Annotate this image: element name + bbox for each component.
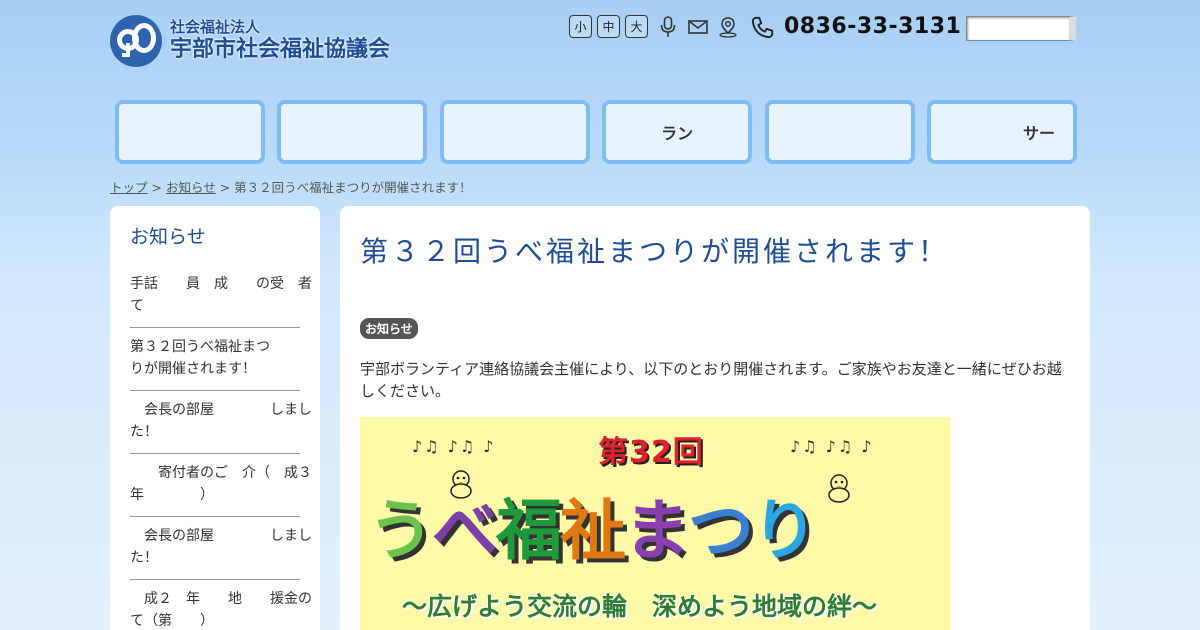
font-size-medium-button[interactable]: 中 xyxy=(597,15,620,38)
article-title: 第３２回うべ福祉まつりが開催されます！ xyxy=(360,235,950,268)
microphone-icon[interactable] xyxy=(656,15,680,39)
nav-item-4[interactable]: ラン xyxy=(602,100,753,164)
font-size-small-button[interactable]: 小 xyxy=(569,15,592,38)
org-name: 宇部市社会福祉協議会 xyxy=(170,37,391,62)
nav-item-1[interactable] xyxy=(115,100,265,164)
breadcrumb-separator: > xyxy=(151,180,166,195)
event-poster-image: ♪♫ ♪♫ ♪ 第32回 ♪♫ ♪♫ ♪ うべ福祉まつり 〜広げよう交流の輪 深… xyxy=(360,417,950,630)
breadcrumb-home-link[interactable]: トップ xyxy=(110,180,148,195)
article: 第３２回うべ福祉まつりが開催されます！ お知らせ 宇部ボランティア連絡協議会主催… xyxy=(340,206,1090,630)
site-logo[interactable]: 社会福祉法人 宇部市社会福祉協議会 xyxy=(110,15,390,67)
mail-icon[interactable] xyxy=(686,15,710,39)
breadcrumb-section-link[interactable]: お知らせ xyxy=(166,180,216,195)
sidebar-news-item[interactable]: 第３２回うべ福祉まつ りが開催されます！ xyxy=(130,328,300,391)
nav-item-6[interactable]: サー xyxy=(926,100,1077,164)
breadcrumb: トップ > お知らせ > 第３２回うべ福祉まつりが開催されます！ xyxy=(110,177,472,196)
breadcrumb-current: > 第３２回うべ福祉まつりが開催されます！ xyxy=(219,180,472,195)
poster-char: べ xyxy=(432,492,498,569)
music-notes-right: ♪♫ ♪♫ ♪ xyxy=(790,437,874,456)
nav-item-3[interactable] xyxy=(439,100,590,164)
poster-title: うべ福祉まつり xyxy=(368,477,818,573)
sidebar-news-item[interactable]: 会長の部屋 しまし た！ xyxy=(130,391,312,454)
poster-char: り xyxy=(752,492,818,569)
org-type: 社会福祉法人 xyxy=(170,18,261,36)
poster-char: つ xyxy=(688,492,754,569)
phone-icon xyxy=(751,15,775,39)
chick-icon xyxy=(828,474,850,503)
search-input[interactable] xyxy=(966,16,1076,41)
main-nav: ラン サー xyxy=(115,100,1089,164)
sidebar: お知らせ 手話 員 成 の受 者 て 第３２回うべ福祉まつ りが開催されます！ … xyxy=(110,206,320,630)
map-pin-icon[interactable] xyxy=(716,15,740,39)
sidebar-title: お知らせ xyxy=(130,226,206,248)
sidebar-news-item[interactable]: 手話 員 成 の受 者 て xyxy=(130,265,312,328)
poster-edition: 第32回 xyxy=(598,435,704,470)
sidebar-news-item[interactable]: 会長の部屋 しまし た！ xyxy=(130,517,312,580)
music-notes-left: ♪♫ ♪♫ ♪ xyxy=(412,437,496,456)
poster-char: ま xyxy=(624,492,690,569)
poster-char: 祉 xyxy=(560,492,626,569)
nav-item-5[interactable] xyxy=(764,100,915,164)
sidebar-news-item[interactable]: 寄付者のご 介（ 成３ 年 ） xyxy=(130,454,312,517)
nav-item-2[interactable] xyxy=(277,100,428,164)
sidebar-news-item[interactable]: 成２ 年 地 援金の て（第 ） xyxy=(130,580,312,630)
category-badge[interactable]: お知らせ xyxy=(360,318,418,339)
font-size-large-button[interactable]: 大 xyxy=(625,15,648,38)
poster-subtitle: 〜広げよう交流の輪 深めよう地域の絆〜 xyxy=(402,592,878,621)
phone-number[interactable]: 0836-33-3131 xyxy=(784,14,961,39)
header-utilities: 小 中 大 0836-33-3131 xyxy=(569,14,961,39)
poster-char: 福 xyxy=(496,492,562,569)
logo-mark-icon xyxy=(110,15,162,67)
article-intro: 宇部ボランティア連絡協議会主催により、以下のとおり開催されます。ご家族やお友達と… xyxy=(360,360,1062,400)
poster-char: う xyxy=(368,492,434,569)
